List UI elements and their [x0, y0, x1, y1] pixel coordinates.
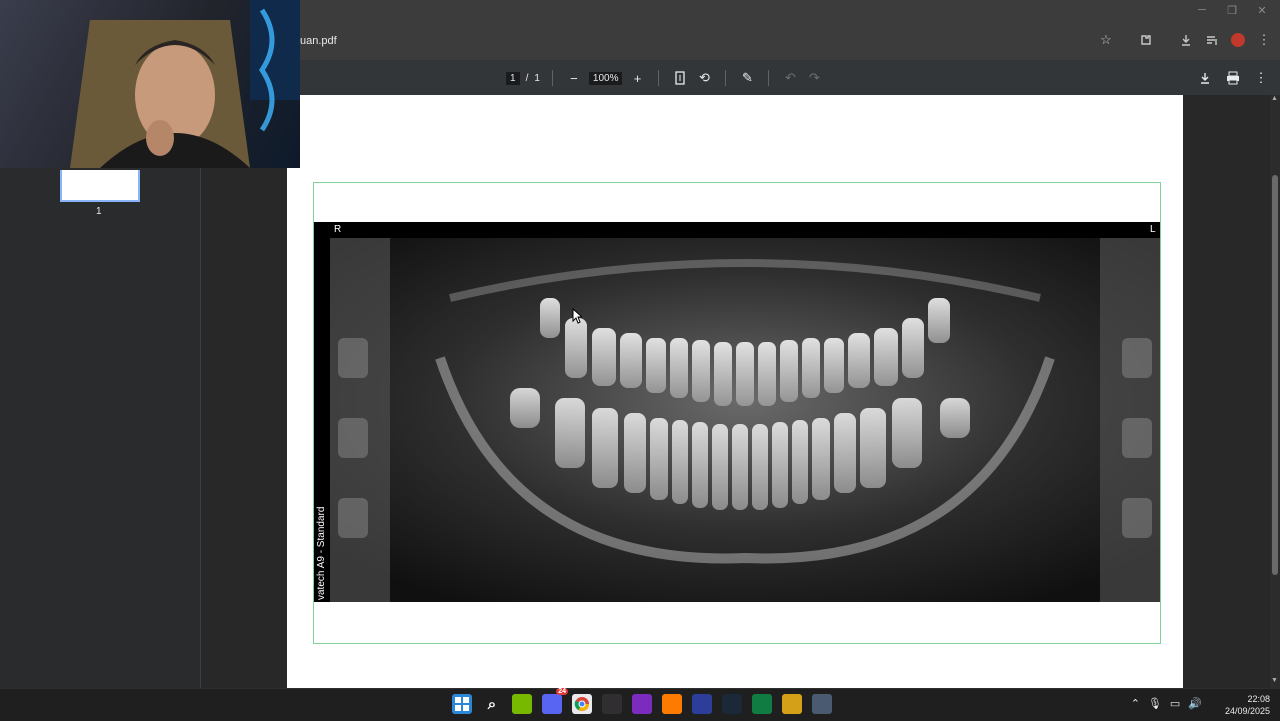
- volume-icon[interactable]: 🔊: [1188, 697, 1202, 710]
- page-separator: /: [525, 72, 529, 84]
- close-icon[interactable]: ✕: [1254, 4, 1270, 17]
- discord-icon[interactable]: 24: [542, 688, 568, 714]
- adobe-illustrator-icon[interactable]: [662, 694, 682, 714]
- print-icon[interactable]: [1224, 69, 1242, 87]
- discord-badge: 24: [556, 688, 568, 695]
- divider: [658, 70, 660, 86]
- window-controls: ─ ❐ ✕: [1194, 4, 1270, 17]
- extensions-icon[interactable]: [1138, 32, 1154, 48]
- page-controls: 1 / 1 − 100% + ⟲ ✎ ↶ ↷: [506, 69, 823, 87]
- excel-icon[interactable]: [752, 694, 772, 714]
- scroll-down-icon[interactable]: ▼: [1271, 677, 1278, 684]
- notes-icon[interactable]: [782, 694, 802, 714]
- clock-date: 24/09/2025: [1224, 706, 1270, 716]
- nvidia-icon[interactable]: [512, 694, 532, 714]
- url-text[interactable]: uan.pdf: [300, 35, 337, 47]
- settings-icon[interactable]: [812, 694, 832, 714]
- fit-page-icon[interactable]: [671, 69, 689, 87]
- zoom-out-icon[interactable]: −: [565, 69, 583, 87]
- clock-time: 22:08: [1247, 694, 1270, 704]
- profile-avatar[interactable]: [1230, 32, 1246, 48]
- system-tray: ⌃ 🎙 ▭ 🔊: [1131, 697, 1202, 710]
- start-icon[interactable]: [452, 694, 472, 714]
- media-icon[interactable]: [1204, 32, 1220, 48]
- tray-expand-icon[interactable]: ⌃: [1131, 697, 1140, 710]
- microphone-icon[interactable]: 🎙: [1148, 697, 1162, 710]
- network-icon[interactable]: ▭: [1170, 697, 1180, 710]
- divider: [725, 70, 727, 86]
- search-icon[interactable]: ⌕: [482, 694, 502, 714]
- taskbar-apps: ⌕ 24: [452, 688, 832, 714]
- undo-icon[interactable]: ↶: [781, 69, 799, 87]
- xray-header-band: [314, 222, 1160, 238]
- browser-toolbar-icons: ☆ ⋮: [1098, 32, 1272, 48]
- vertical-scrollbar[interactable]: ▲ ▼: [1270, 95, 1280, 688]
- zoom-level[interactable]: 100%: [588, 71, 623, 85]
- star-icon[interactable]: ☆: [1098, 32, 1114, 48]
- next-icon[interactable]: [632, 694, 652, 714]
- obs-icon[interactable]: [602, 694, 622, 714]
- panoramic-xray-image: [330, 238, 1160, 602]
- restore-icon[interactable]: ❐: [1224, 4, 1240, 17]
- rotate-icon[interactable]: ⟲: [695, 69, 713, 87]
- divider: [551, 70, 553, 86]
- minimize-icon[interactable]: ─: [1194, 4, 1210, 17]
- chrome-icon[interactable]: [572, 694, 592, 714]
- marker-right: R: [334, 224, 342, 235]
- redo-icon[interactable]: ↷: [805, 69, 823, 87]
- divider: [768, 70, 770, 86]
- fan-app-icon[interactable]: [692, 694, 712, 714]
- taskbar: ⌕ 24 ⌃ 🎙 ▭ 🔊 22:08 24/09/2025: [0, 688, 1280, 721]
- marker-left: L: [1150, 224, 1156, 235]
- annotate-icon[interactable]: ✎: [738, 69, 756, 87]
- device-label: vatech A9 - Standard: [316, 506, 327, 600]
- webcam-overlay: [0, 0, 300, 168]
- mouse-cursor-icon: [572, 307, 584, 329]
- pdf-download-icon[interactable]: [1196, 69, 1214, 87]
- total-pages: 1: [534, 72, 540, 84]
- scroll-thumb[interactable]: [1272, 175, 1278, 575]
- zoom-in-icon[interactable]: +: [628, 69, 646, 87]
- steam-icon[interactable]: [722, 694, 742, 714]
- scroll-up-icon[interactable]: ▲: [1271, 95, 1278, 102]
- download-icon[interactable]: [1178, 32, 1194, 48]
- current-page-input[interactable]: 1: [506, 71, 520, 85]
- page-thumbnail[interactable]: [60, 170, 140, 202]
- more-options-icon[interactable]: ⋮: [1252, 69, 1270, 87]
- system-clock[interactable]: 22:08 24/09/2025: [1225, 693, 1270, 717]
- thumbnail-label: 1: [96, 206, 102, 217]
- menu-icon[interactable]: ⋮: [1256, 32, 1272, 48]
- pdf-right-tools: ⋮: [1196, 69, 1270, 87]
